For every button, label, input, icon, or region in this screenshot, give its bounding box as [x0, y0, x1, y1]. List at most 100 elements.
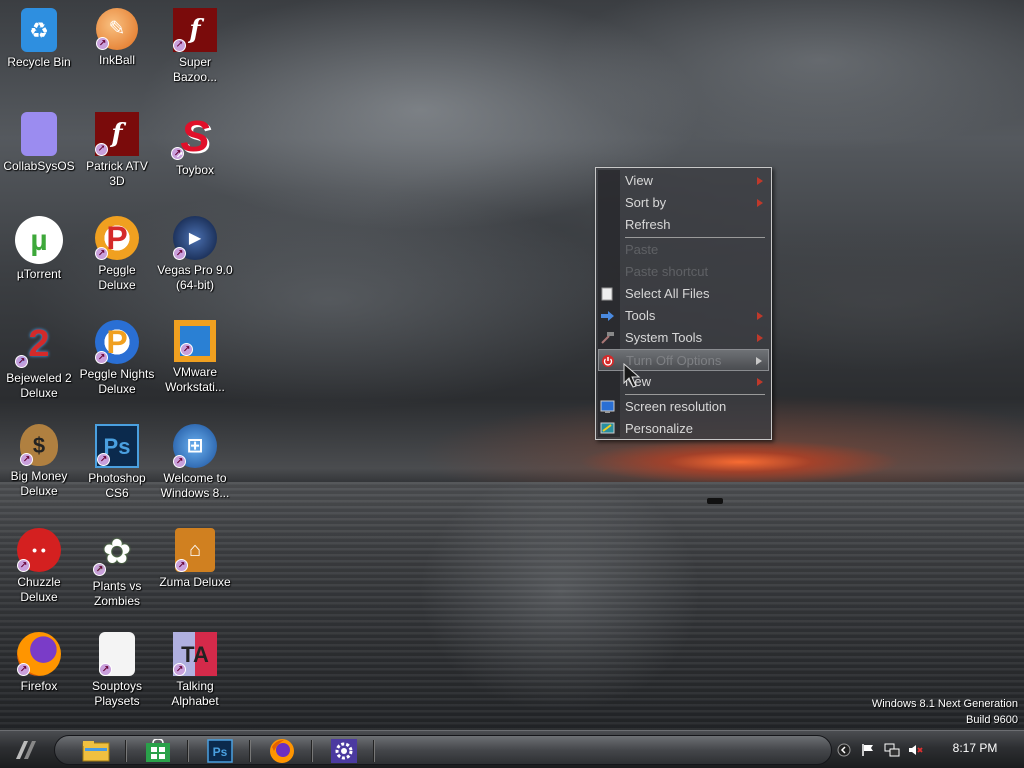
desktop-icon-bejeweled[interactable]: 2 ↗ Bejeweled 2 Deluxe	[0, 320, 78, 401]
desktop-icon-vegas-pro[interactable]: ▶ ↗ Vegas Pro 9.0 (64-bit)	[156, 216, 234, 293]
mouse-cursor-icon	[623, 363, 641, 388]
desktop-icon-zuma[interactable]: ⌂ ↗ Zuma Deluxe	[156, 528, 234, 590]
shortcut-arrow-icon: ↗	[96, 37, 109, 50]
submenu-arrow-icon	[757, 177, 763, 185]
desktop-icon-collabsysos[interactable]: CollabSysOS	[0, 112, 78, 174]
shortcut-arrow-icon: ↗	[173, 247, 186, 260]
watermark-build: Build 9600	[966, 714, 1018, 726]
utorrent-icon: µ	[15, 216, 63, 264]
vmware-icon: ↗	[174, 320, 216, 362]
money-bag-icon: $ ↗	[20, 424, 58, 466]
firefox-icon: ↗	[17, 632, 61, 676]
desktop-icon-chuzzle[interactable]: • • ↗ Chuzzle Deluxe	[0, 528, 78, 605]
taskbar-file-explorer[interactable]	[79, 738, 113, 764]
menu-item-system-tools[interactable]: System Tools	[598, 327, 769, 349]
windows-logo-icon: ⊞ ↗	[173, 424, 217, 468]
desktop-icon-recycle-bin[interactable]: ♻ Recycle Bin	[0, 8, 78, 70]
store-icon	[146, 739, 170, 762]
talking-alphabet-icon: TA ↗	[173, 632, 217, 676]
shortcut-arrow-icon: ↗	[173, 455, 186, 468]
menu-separator	[625, 237, 765, 238]
taskbar-firefox[interactable]	[265, 738, 299, 764]
personalize-icon	[600, 422, 615, 434]
shortcut-arrow-icon: ↗	[95, 247, 108, 260]
firefox-icon	[270, 739, 294, 763]
shortcut-arrow-icon: ↗	[95, 351, 108, 364]
submenu-arrow-icon	[757, 334, 763, 342]
settings-gear-icon	[331, 739, 357, 763]
desktop-icon-super-bazooka[interactable]: f ↗ Super Bazoo...	[156, 8, 234, 85]
souptoys-icon: ↗	[99, 632, 135, 676]
watermark-edition: Windows 8.1 Next Generation	[871, 698, 1018, 710]
desktop-icon-patrick-atv[interactable]: f ↗ Patrick ATV 3D	[78, 112, 156, 189]
flash-icon: f ↗	[173, 8, 217, 52]
arrow-right-icon	[601, 311, 614, 321]
desktop-icon-welcome-windows[interactable]: ⊞ ↗ Welcome to Windows 8...	[156, 424, 234, 501]
desktop-context-menu: View Sort by Refresh Paste Paste shortcu…	[595, 167, 772, 440]
menu-item-view[interactable]: View	[598, 170, 769, 192]
collabsysos-icon	[21, 112, 57, 156]
svg-text:Ps: Ps	[213, 745, 228, 759]
shortcut-arrow-icon: ↗	[93, 563, 106, 576]
desktop-icon-plants-vs-zombies[interactable]: ✿ ↗ Plants vs Zombies	[78, 528, 156, 609]
menu-item-tools[interactable]: Tools	[598, 305, 769, 327]
taskbar-clock[interactable]: 8:17 PM	[940, 741, 1010, 755]
submenu-arrow-icon	[757, 312, 763, 320]
desktop-icon-utorrent[interactable]: µ µTorrent	[0, 216, 78, 282]
shortcut-arrow-icon: ↗	[99, 663, 112, 676]
desktop-icon-talking-alphabet[interactable]: TA ↗ Talking Alphabet	[156, 632, 234, 709]
zuma-icon: ⌂ ↗	[175, 528, 215, 572]
menu-item-select-all[interactable]: Select All Files	[598, 283, 769, 305]
recycle-bin-icon: ♻	[21, 8, 57, 52]
menu-item-screen-resolution[interactable]: Screen resolution	[598, 396, 769, 418]
shortcut-arrow-icon: ↗	[173, 39, 186, 52]
tray-network[interactable]	[884, 742, 900, 758]
taskbar-divider	[249, 740, 250, 762]
flag-icon	[862, 744, 873, 756]
desktop-icon-souptoys[interactable]: ↗ Souptoys Playsets	[78, 632, 156, 709]
peggle-icon: P ↗	[95, 216, 139, 260]
wallpaper-boat	[707, 498, 723, 504]
shortcut-arrow-icon: ↗	[175, 559, 188, 572]
taskbar-store[interactable]	[141, 738, 175, 764]
inkball-icon: ✎ ↗	[96, 8, 138, 50]
shortcut-arrow-icon: ↗	[17, 663, 30, 676]
menu-item-sort-by[interactable]: Sort by	[598, 192, 769, 214]
tray-show-hidden[interactable]	[836, 742, 852, 758]
peggle-nights-icon: P ↗	[95, 320, 139, 364]
menu-item-personalize[interactable]: Personalize	[598, 418, 769, 440]
shortcut-arrow-icon: ↗	[180, 343, 193, 356]
shortcut-arrow-icon: ↗	[17, 559, 30, 572]
desktop-icon-big-money[interactable]: $ ↗ Big Money Deluxe	[0, 424, 78, 499]
shortcut-arrow-icon: ↗	[173, 663, 186, 676]
desktop-icon-peggle[interactable]: P ↗ Peggle Deluxe	[78, 216, 156, 293]
desktop-icon-peggle-nights[interactable]: P ↗ Peggle Nights Deluxe	[78, 320, 156, 397]
taskbar-settings[interactable]	[327, 738, 361, 764]
menu-item-paste: Paste	[625, 242, 659, 257]
shortcut-arrow-icon: ↗	[171, 147, 184, 160]
desktop-icon-toybox[interactable]: S ↗ Toybox	[156, 112, 234, 178]
bejeweled-icon: 2 ↗	[15, 320, 63, 368]
tray-volume[interactable]	[908, 742, 924, 758]
desktop-icon-vmware[interactable]: ↗ VMware Workstati...	[156, 320, 234, 395]
volume-muted-icon	[909, 745, 923, 755]
shortcut-arrow-icon: ↗	[97, 453, 110, 466]
flash-icon: f ↗	[95, 112, 139, 156]
submenu-arrow-icon	[757, 199, 763, 207]
windows-build-watermark: Windows 8.1 Next Generation Build 9600	[872, 696, 1018, 728]
menu-separator	[625, 394, 765, 395]
submenu-arrow-icon	[757, 378, 763, 386]
tray-action-center[interactable]	[860, 742, 876, 758]
desktop-icon-firefox[interactable]: ↗ Firefox	[0, 632, 78, 694]
menu-item-refresh[interactable]: Refresh	[598, 214, 769, 236]
desktop-icon-photoshop[interactable]: Ps ↗ Photoshop CS6	[78, 424, 156, 501]
desktop-icon-inkball[interactable]: ✎ ↗ InkBall	[78, 8, 156, 68]
file-explorer-icon	[82, 741, 110, 762]
start-button[interactable]	[14, 739, 40, 761]
vegas-icon: ▶ ↗	[173, 216, 217, 260]
taskbar-divider	[187, 740, 188, 762]
hammer-icon	[601, 332, 614, 344]
taskbar: Ps 8:17 PM	[0, 730, 1024, 768]
taskbar-photoshop[interactable]: Ps	[203, 738, 237, 764]
taskbar-divider	[311, 740, 312, 762]
